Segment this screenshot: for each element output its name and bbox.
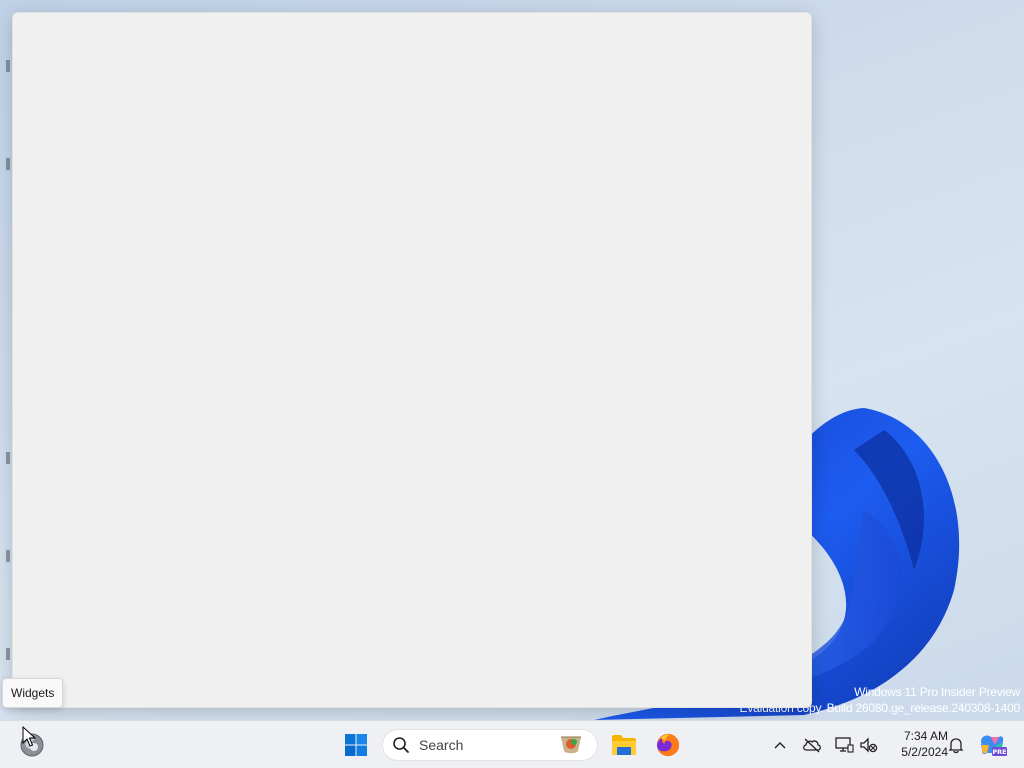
clock-time: 7:34 AM xyxy=(903,729,948,743)
search-icon xyxy=(391,735,411,755)
copilot-icon: PRE xyxy=(981,735,1007,756)
firefox-button[interactable] xyxy=(648,725,688,765)
widgets-tooltip: Widgets xyxy=(2,678,64,708)
onedrive-icon xyxy=(803,738,821,753)
search-placeholder: Search xyxy=(419,737,464,753)
taskbar: Search 7:34 AM 5/2/2024 PRE xyxy=(0,720,1024,768)
clock-date: 5/2/2024 xyxy=(901,745,948,759)
start-button[interactable] xyxy=(336,725,376,765)
notifications-button[interactable] xyxy=(944,733,968,757)
clock[interactable]: 7:34 AM 5/2/2024 xyxy=(884,728,948,760)
show-hidden-icons-button[interactable] xyxy=(768,733,792,757)
mouse-cursor xyxy=(22,726,36,747)
copilot-badge: PRE xyxy=(992,748,1006,756)
network-tray-button[interactable] xyxy=(832,733,856,757)
taskbar-search[interactable]: Search xyxy=(382,729,598,761)
file-explorer-button[interactable] xyxy=(604,725,644,765)
volume-tray-button[interactable] xyxy=(857,733,881,757)
bell-icon xyxy=(948,738,964,754)
windows-logo-icon xyxy=(345,734,367,756)
widgets-panel[interactable] xyxy=(12,12,812,708)
onedrive-tray-button[interactable] xyxy=(800,733,824,757)
search-highlight-icon xyxy=(557,734,585,756)
volume-muted-icon xyxy=(860,737,878,753)
copilot-button[interactable]: PRE xyxy=(978,733,1008,757)
chevron-up-icon xyxy=(774,742,786,749)
folder-icon xyxy=(612,735,636,755)
network-icon xyxy=(835,737,854,753)
firefox-icon xyxy=(657,733,680,757)
desktop: Windows 11 Pro Insider Preview Evaluatio… xyxy=(0,0,1024,768)
